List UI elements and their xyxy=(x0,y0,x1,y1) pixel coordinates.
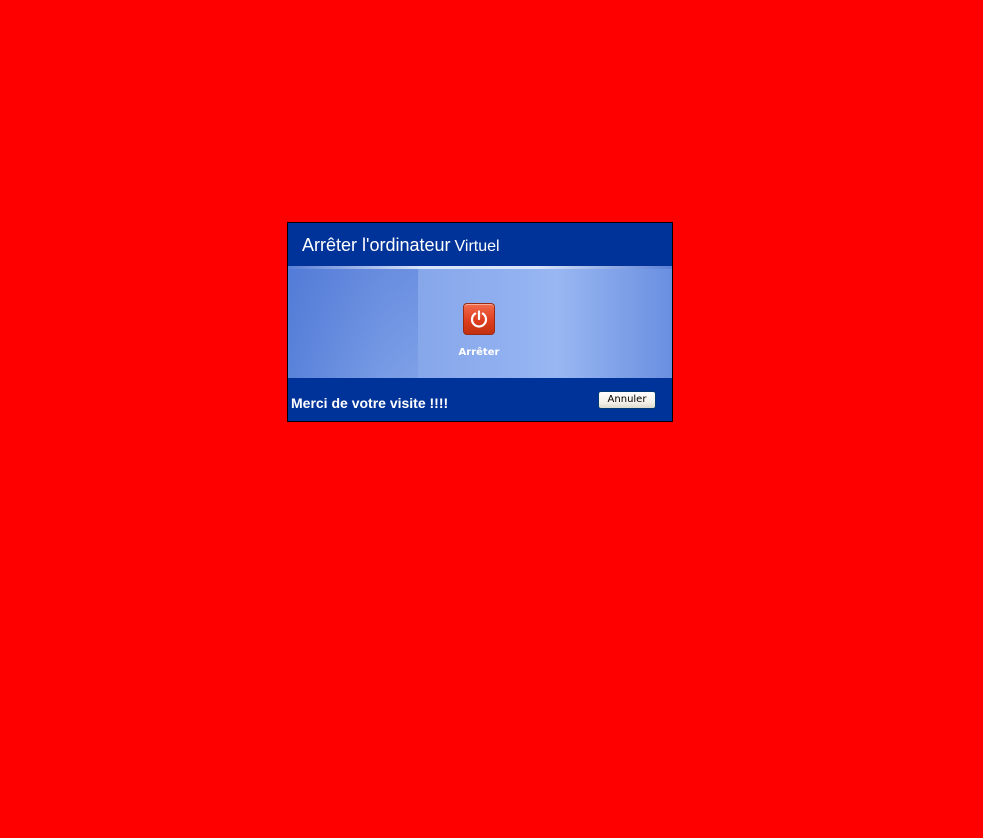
dialog-body: Arrêter xyxy=(288,269,672,378)
shutdown-label: Arrêter xyxy=(458,347,500,358)
power-symbol-icon xyxy=(470,310,488,328)
power-icon[interactable] xyxy=(463,303,495,335)
dialog-header: Arrêter l'ordinateur Virtuel xyxy=(288,223,672,266)
body-shade xyxy=(288,269,418,378)
dialog-title-suffix: Virtuel xyxy=(454,238,500,255)
desktop-background: Arrêter l'ordinateur Virtuel Arrêter Merc… xyxy=(0,0,983,838)
footer-message: Merci de votre visite !!!! xyxy=(291,395,449,411)
dialog-footer: Merci de votre visite !!!! Annuler xyxy=(288,378,672,421)
dialog-title: Arrêter l'ordinateur xyxy=(302,235,451,255)
cancel-button[interactable]: Annuler xyxy=(598,391,656,409)
shutdown-dialog: Arrêter l'ordinateur Virtuel Arrêter Merc… xyxy=(287,222,673,422)
shutdown-option[interactable]: Arrêter xyxy=(446,303,512,365)
